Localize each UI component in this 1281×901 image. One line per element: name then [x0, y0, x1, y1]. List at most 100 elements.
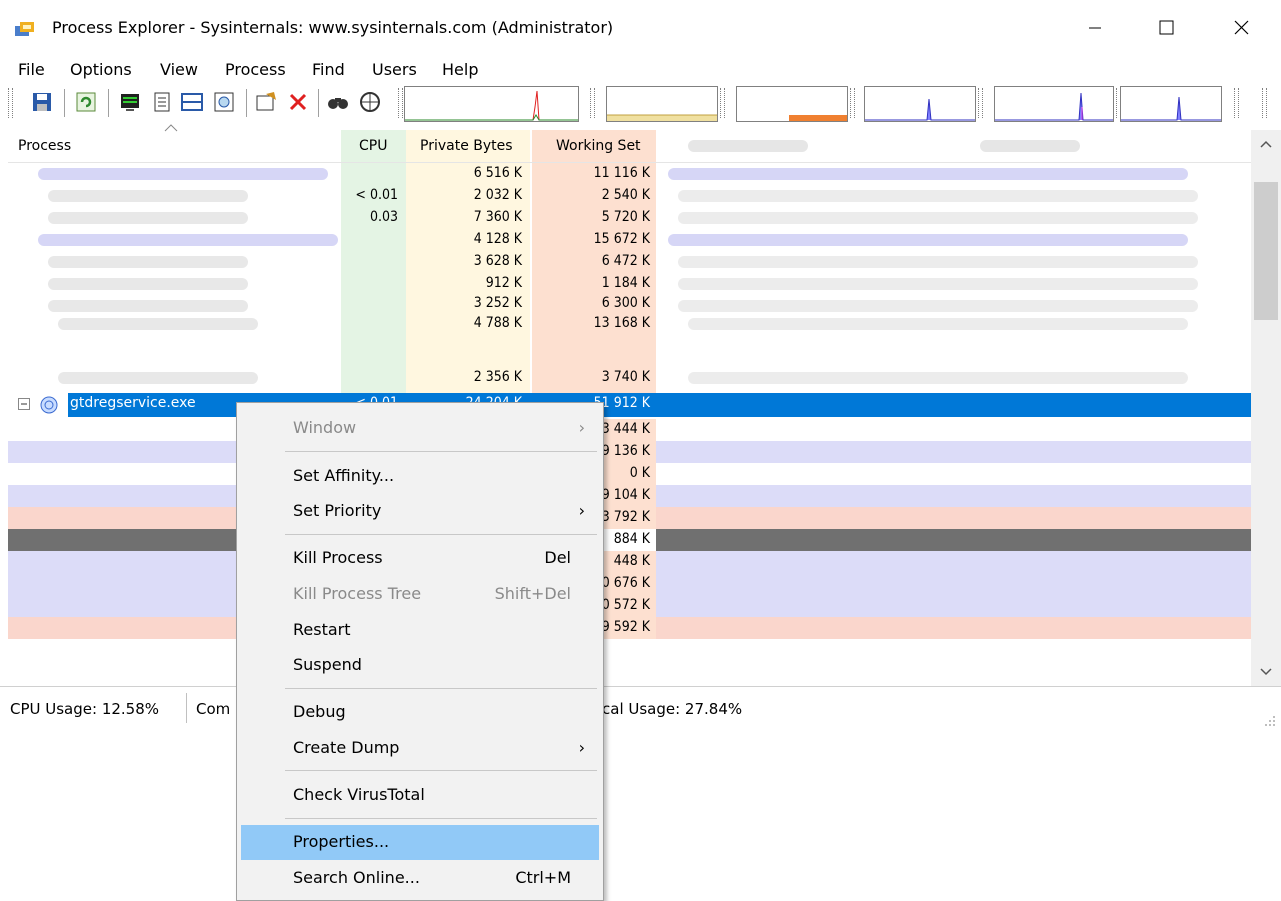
menu-help[interactable]: Help: [442, 60, 478, 79]
toolbar-grip[interactable]: [8, 88, 13, 118]
status-commit-charge: Com: [196, 700, 231, 718]
cpu-cell: 0.03: [369, 209, 398, 225]
context-menu: Window › Set Affinity... Set Priority › …: [236, 402, 604, 901]
private-bytes-cell: 7 360 K: [473, 209, 522, 225]
column-header-cpu-bg[interactable]: CPU: [341, 130, 406, 162]
show-process-tree-icon[interactable]: [150, 90, 174, 114]
scrollbar-thumb[interactable]: [1254, 182, 1278, 320]
shortcut-label: Del: [544, 548, 571, 567]
blurred-column-header: [980, 140, 1080, 152]
menu-item-kill-process[interactable]: Kill Process Del: [241, 541, 599, 575]
system-info-icon[interactable]: [118, 90, 142, 114]
working-set-cell: 2 540 K: [601, 187, 650, 203]
commit-graph[interactable]: [606, 86, 718, 122]
menu-find[interactable]: Find: [312, 60, 345, 79]
private-bytes-cell: 3 252 K: [473, 295, 522, 311]
title-bar[interactable]: Process Explorer - Sysinternals: www.sys…: [0, 0, 1281, 56]
private-bytes-cell: 2 356 K: [473, 369, 522, 385]
column-header-working-set: Working Set: [556, 138, 641, 154]
private-bytes-cell: 2 032 K: [473, 187, 522, 203]
shortcut-label: Ctrl+M: [515, 868, 571, 887]
find-window-icon[interactable]: [358, 90, 382, 114]
private-bytes-cell: 4 128 K: [473, 231, 522, 247]
view-dlls-icon[interactable]: [212, 90, 236, 114]
process-explorer-window: Process Explorer - Sysinternals: www.sys…: [0, 0, 1281, 731]
submenu-arrow-icon: ›: [578, 738, 585, 757]
minimize-button[interactable]: [1072, 10, 1118, 46]
status-physical-usage: cal Usage: 27.84%: [602, 700, 743, 718]
column-header-private-bytes-bg[interactable]: Private Bytes: [406, 130, 530, 162]
gpu-graph[interactable]: [1120, 86, 1222, 122]
working-set-cell: 1 184 K: [601, 275, 650, 291]
menu-item-set-priority[interactable]: Set Priority ›: [241, 494, 599, 528]
menu-item-search-online[interactable]: Search Online... Ctrl+M: [241, 861, 599, 895]
blurred-column-header: [688, 140, 808, 152]
scroll-down-icon[interactable]: [1260, 668, 1272, 676]
cpu-graph[interactable]: [404, 86, 579, 122]
working-set-cell: 6 472 K: [601, 253, 650, 269]
find-icon[interactable]: [326, 90, 350, 114]
column-header-process[interactable]: Process: [18, 138, 71, 154]
column-header-working-set-bg[interactable]: Working Set: [532, 130, 656, 162]
menu-item-properties[interactable]: Properties...: [241, 825, 599, 860]
private-bytes-cell: 6 516 K: [473, 165, 522, 181]
table-row[interactable]: 912 K 1 184 K: [8, 273, 1251, 295]
maximize-button[interactable]: [1142, 10, 1188, 46]
io-graph[interactable]: [736, 86, 848, 122]
submenu-arrow-icon: ›: [578, 418, 585, 437]
table-row[interactable]: 2 356 K 3 740 K: [8, 367, 1251, 389]
private-bytes-cell: 3 628 K: [473, 253, 522, 269]
menu-view[interactable]: View: [160, 60, 198, 79]
menu-item-kill-process-tree[interactable]: Kill Process Tree Shift+Del: [241, 577, 599, 611]
table-row-selected[interactable]: gtdregservice.exe < 0.01 24 204 K 51 912…: [8, 393, 1251, 417]
scroll-up-icon[interactable]: [1260, 140, 1272, 148]
working-set-cell: 11 116 K: [593, 165, 650, 181]
process-icon: [40, 396, 58, 414]
menu-item-debug[interactable]: Debug: [241, 695, 599, 729]
working-set-cell: 3 740 K: [601, 369, 650, 385]
table-row[interactable]: 4 788 K 13 168 K: [8, 313, 1251, 335]
collapse-icon[interactable]: [18, 398, 30, 410]
menu-process[interactable]: Process: [225, 60, 286, 79]
properties-icon[interactable]: [254, 90, 278, 114]
resize-grip-icon[interactable]: [1264, 715, 1276, 727]
menu-file[interactable]: File: [18, 60, 45, 79]
maximize-icon: [1159, 20, 1174, 35]
status-cpu-usage: CPU Usage: 12.58%: [10, 700, 160, 718]
show-lower-pane-icon[interactable]: [180, 90, 204, 114]
process-list[interactable]: 6 516 K 11 116 K < 0.01 2 032 K 2 540 K …: [8, 163, 1251, 683]
sort-arrow-icon: [164, 124, 178, 132]
working-set-cell: 6 300 K: [601, 295, 650, 311]
status-bar: CPU Usage: 12.58% Com cal Usage: 27.84%: [0, 686, 1281, 731]
table-row[interactable]: 3 628 K 6 472 K: [8, 251, 1251, 273]
column-header-cpu: CPU: [359, 138, 388, 154]
menu-item-set-affinity[interactable]: Set Affinity...: [241, 459, 599, 493]
table-row[interactable]: 4 128 K 15 672 K: [8, 229, 1251, 251]
menu-item-window[interactable]: Window ›: [241, 411, 599, 445]
close-button[interactable]: [1218, 10, 1264, 46]
menu-item-restart[interactable]: Restart: [241, 613, 599, 647]
menu-item-suspend[interactable]: Suspend: [241, 648, 599, 682]
app-icon: [15, 22, 34, 36]
vertical-scrollbar[interactable]: [1251, 130, 1281, 686]
close-icon: [1234, 20, 1249, 35]
menu-options[interactable]: Options: [70, 60, 132, 79]
private-bytes-cell: 912 K: [485, 275, 522, 291]
menu-item-check-virustotal[interactable]: Check VirusTotal: [241, 778, 599, 812]
menu-item-create-dump[interactable]: Create Dump ›: [241, 731, 599, 765]
table-row[interactable]: 0.03 7 360 K 5 720 K: [8, 207, 1251, 229]
working-set-cell: 15 672 K: [593, 231, 650, 247]
refresh-icon[interactable]: [74, 90, 98, 114]
column-header-private-bytes: Private Bytes: [420, 138, 513, 154]
menu-users[interactable]: Users: [372, 60, 417, 79]
selected-process-name: gtdregservice.exe: [70, 395, 196, 411]
table-row[interactable]: 6 516 K 11 116 K: [8, 163, 1251, 185]
window-title: Process Explorer - Sysinternals: www.sys…: [52, 18, 614, 37]
save-icon[interactable]: [30, 90, 54, 114]
kill-process-icon[interactable]: [286, 90, 310, 114]
cpu-cell: < 0.01: [355, 187, 398, 203]
disk-graph[interactable]: [994, 86, 1114, 122]
process-list-header: Process CPU Private Bytes Working Set: [8, 124, 1251, 163]
network-graph[interactable]: [864, 86, 976, 122]
table-row[interactable]: < 0.01 2 032 K 2 540 K: [8, 185, 1251, 207]
